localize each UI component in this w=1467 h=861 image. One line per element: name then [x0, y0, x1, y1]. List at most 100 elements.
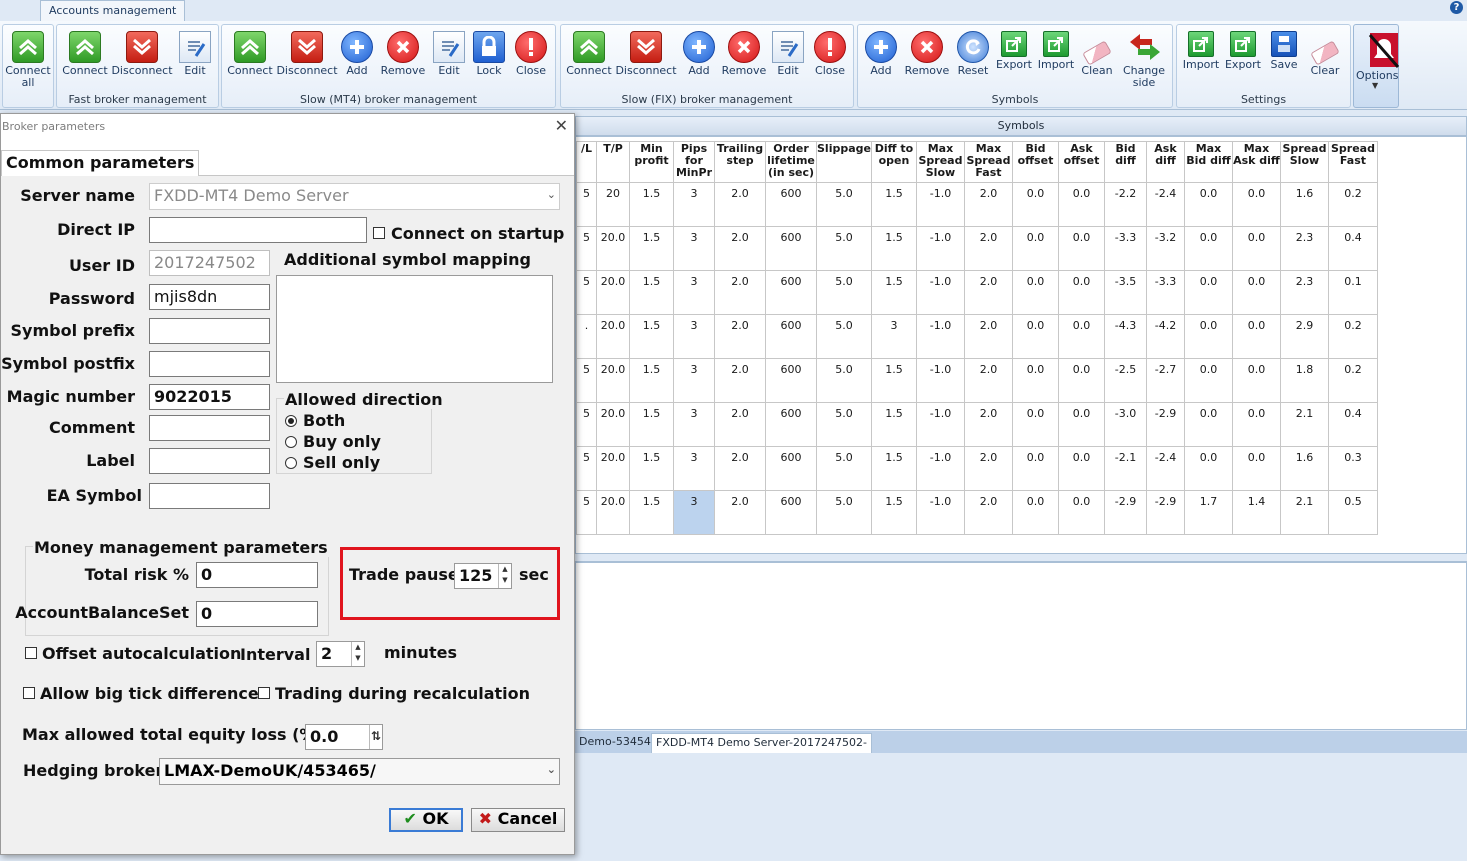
user-id-input[interactable]: 2017247502 [149, 250, 270, 276]
settings-import-button[interactable]: Import [1181, 27, 1221, 71]
mt4-connect-button[interactable]: Connect [226, 27, 274, 77]
table-cell[interactable]: 20 [596, 182, 630, 227]
fast-connect-button[interactable]: Connect [61, 27, 109, 77]
table-cell[interactable]: 2.3 [1279, 270, 1329, 315]
offset-autocalc-checkbox[interactable] [25, 647, 37, 659]
table-cell[interactable]: -2.9 [1103, 490, 1147, 535]
column-header[interactable]: Max Bid diff [1183, 141, 1233, 183]
table-cell[interactable]: 2.0 [714, 358, 766, 403]
table-cell[interactable]: 1.5 [870, 270, 917, 315]
ea-symbol-input[interactable] [149, 483, 270, 509]
mt4-add-button[interactable]: Add [340, 27, 374, 77]
fix-close-button[interactable]: Close [811, 27, 849, 77]
table-cell[interactable]: 1.5 [629, 446, 674, 491]
table-cell[interactable]: 20.0 [596, 270, 630, 315]
table-cell[interactable]: 0.0 [1011, 270, 1059, 315]
table-cell[interactable]: 0.0 [1231, 226, 1281, 271]
table-cell[interactable]: 2.0 [963, 270, 1013, 315]
column-header[interactable]: Min profit [629, 141, 674, 183]
column-header[interactable]: Pips for MinPr [673, 141, 715, 183]
table-cell[interactable]: 0.0 [1231, 358, 1281, 403]
table-cell[interactable]: 0.0 [1057, 314, 1105, 359]
table-cell[interactable]: 2.0 [714, 490, 766, 535]
table-cell[interactable]: 1.6 [1279, 446, 1329, 491]
mt4-close-button[interactable]: Close [512, 27, 550, 77]
ok-button[interactable]: ✔ OK [389, 808, 463, 832]
column-header[interactable]: Ask diff [1145, 141, 1185, 183]
table-cell[interactable]: 0.0 [1011, 446, 1059, 491]
table-cell[interactable]: 0.0 [1183, 270, 1233, 315]
table-cell[interactable]: 2.0 [963, 446, 1013, 491]
table-cell[interactable]: 0.0 [1057, 226, 1105, 271]
server-name-select[interactable]: FXDD-MT4 Demo Server ⌄ [149, 183, 560, 210]
table-cell[interactable]: 2.1 [1279, 490, 1329, 535]
table-cell[interactable]: 600 [765, 314, 817, 359]
table-row[interactable]: 5 20 1.5 3 2.0 600 5.0 1.5 -1.0 2.0 0.0 0.0 -2.2 -2.4… [576, 182, 1378, 227]
table-cell[interactable]: 600 [765, 402, 817, 447]
table-cell[interactable]: 0.0 [1057, 182, 1105, 227]
password-input[interactable]: mjis8dn [149, 284, 270, 310]
table-cell[interactable]: 5.0 [816, 226, 872, 271]
help-icon[interactable]: ? [1450, 1, 1463, 14]
table-cell[interactable]: -2.5 [1103, 358, 1147, 403]
symbol-add-button[interactable]: Add [864, 27, 898, 77]
fix-add-button[interactable]: Add [681, 27, 717, 77]
table-cell[interactable]: 3 [673, 314, 715, 359]
fast-disconnect-button[interactable]: Disconnect [111, 27, 173, 77]
mt4-disconnect-button[interactable]: Disconnect [276, 27, 338, 77]
table-cell[interactable]: -3.0 [1103, 402, 1147, 447]
table-cell[interactable]: -1.0 [915, 270, 965, 315]
table-cell[interactable]: 3 [673, 270, 715, 315]
direction-buy-radio[interactable] [285, 436, 297, 448]
table-cell[interactable]: 600 [765, 446, 817, 491]
mt4-remove-button[interactable]: Remove [378, 27, 428, 77]
table-cell[interactable]: -1.0 [915, 446, 965, 491]
table-cell[interactable]: -2.9 [1145, 402, 1185, 447]
table-cell[interactable]: 1.5 [870, 358, 917, 403]
tab-account-fxdd[interactable]: FXDD-MT4 Demo Server-2017247502- [651, 733, 872, 753]
table-cell[interactable]: -4.2 [1145, 314, 1185, 359]
table-cell[interactable]: 0.4 [1327, 402, 1378, 447]
column-header[interactable]: Bid offset [1011, 141, 1059, 183]
table-cell[interactable]: 1.5 [629, 314, 674, 359]
table-cell[interactable]: 0.0 [1231, 402, 1281, 447]
table-cell[interactable]: 20.0 [596, 358, 630, 403]
table-cell[interactable]: 3 [673, 226, 715, 271]
table-cell[interactable]: 3 [673, 182, 715, 227]
table-cell[interactable]: 0.1 [1327, 270, 1378, 315]
max-equity-loss-input[interactable]: 0.0 ⇅ [305, 724, 383, 750]
magic-number-input[interactable]: 9022015 [149, 384, 270, 410]
table-cell[interactable]: 0.4 [1327, 226, 1378, 271]
table-cell[interactable]: 0.0 [1183, 226, 1233, 271]
table-cell[interactable]: -3.5 [1103, 270, 1147, 315]
table-cell[interactable]: 5.0 [816, 182, 872, 227]
table-cell[interactable]: 2.0 [963, 490, 1013, 535]
settings-save-button[interactable]: Save [1267, 27, 1301, 71]
table-cell[interactable]: 0.0 [1011, 226, 1059, 271]
table-cell[interactable]: 5 [576, 358, 597, 403]
mt4-lock-button[interactable]: Lock [472, 27, 506, 77]
table-cell[interactable]: 0.0 [1011, 182, 1059, 227]
table-cell[interactable]: 1.5 [870, 402, 917, 447]
table-cell[interactable]: 0.0 [1183, 314, 1233, 359]
settings-export-button[interactable]: Export [1223, 27, 1263, 71]
fix-edit-button[interactable]: Edit [771, 27, 805, 77]
column-header[interactable]: /L [576, 141, 597, 183]
connect-startup-checkbox[interactable] [373, 227, 385, 239]
big-tick-checkbox[interactable] [23, 687, 35, 699]
close-icon[interactable]: ✕ [555, 116, 568, 135]
table-cell[interactable]: 20.0 [596, 402, 630, 447]
table-cell[interactable]: 3 [673, 446, 715, 491]
change-side-button[interactable]: Change side [1120, 27, 1168, 89]
table-cell[interactable]: 0.5 [1327, 490, 1378, 535]
table-row[interactable]: 5 20.0 1.5 3 2.0 600 5.0 1.5 -1.0 2.0 0.0 0.0 -3.3 -3… [576, 226, 1378, 271]
table-cell[interactable]: 2.1 [1279, 402, 1329, 447]
table-cell[interactable]: 2.0 [963, 314, 1013, 359]
table-cell[interactable]: -1.0 [915, 314, 965, 359]
table-cell[interactable]: 3 [673, 358, 715, 403]
table-cell[interactable]: 20.0 [596, 490, 630, 535]
table-cell[interactable]: 0.2 [1327, 182, 1378, 227]
additional-mapping-textarea[interactable] [276, 275, 553, 383]
table-cell[interactable]: 5 [576, 402, 597, 447]
fast-edit-button[interactable]: Edit [175, 27, 215, 77]
